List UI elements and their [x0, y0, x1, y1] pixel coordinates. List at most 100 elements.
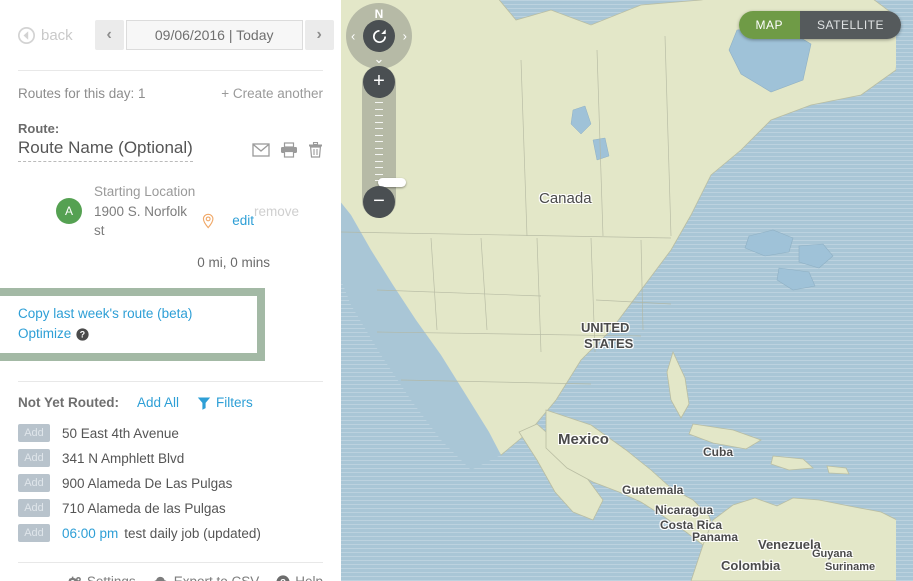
edit-stop-link[interactable]: edit: [232, 211, 254, 231]
add-stop-button[interactable]: Add: [18, 474, 50, 493]
pan-south-button[interactable]: ⌄: [374, 52, 385, 65]
unrouted-stops-list: Add 50 East 4th Avenue Add 341 N Amphlett B…: [0, 418, 341, 544]
map-canvas[interactable]: MAP SATELLITE N ‹ › ⌄ + − Canada UNITED S: [341, 0, 913, 581]
sidebar-panel: back ‹ 09/06/2016 | Today › Routes for t…: [0, 0, 341, 581]
copy-last-week-route-link[interactable]: Copy last week's route (beta): [18, 304, 257, 324]
previous-day-button[interactable]: ‹: [94, 20, 124, 50]
route-name-input[interactable]: Route Name (Optional): [18, 138, 193, 162]
settings-button[interactable]: Settings: [67, 574, 136, 581]
email-icon[interactable]: [252, 143, 270, 157]
map-type-toggle: MAP SATELLITE: [738, 11, 901, 39]
export-csv-button[interactable]: Export to CSV: [153, 574, 260, 581]
question-circle-icon[interactable]: ?: [76, 327, 89, 341]
zoom-slider-track[interactable]: [375, 102, 406, 187]
list-item-label: 06:00 pm test daily job (updated): [62, 525, 261, 541]
zoom-tick: [375, 102, 383, 103]
optimize-row: Optimize ?: [18, 324, 257, 344]
zoom-tick: [375, 180, 383, 181]
add-stop-button[interactable]: Add: [18, 499, 50, 518]
list-item: Add 50 East 4th Avenue: [0, 422, 341, 444]
remove-stop-link[interactable]: remove: [254, 204, 305, 219]
route-stop-row: A Starting Location 1900 S. Norfolk st e…: [18, 162, 323, 241]
zoom-out-button[interactable]: −: [363, 186, 395, 218]
route-caption: Route:: [18, 121, 60, 136]
map-pan-control: N ‹ › ⌄: [346, 3, 412, 69]
stop-address: 1900 S. Norfolk st: [94, 203, 188, 239]
list-item: Add 900 Alameda De Las Pulgas: [0, 472, 341, 494]
help-button[interactable]: ? Help: [276, 574, 323, 581]
routes-count-row: Routes for this day: 1 + Create another: [0, 71, 341, 117]
route-name-row: Route Name (Optional): [18, 138, 323, 162]
filters-label: Filters: [216, 395, 253, 411]
back-label: back: [41, 26, 73, 44]
route-block: Route: Route Name (Optional) A Starting …: [0, 117, 341, 270]
print-icon[interactable]: [280, 142, 298, 158]
location-pin-icon[interactable]: [202, 213, 214, 229]
help-label: Help: [295, 574, 323, 581]
settings-label: Settings: [87, 574, 136, 581]
list-item-label: 50 East 4th Avenue: [62, 425, 179, 441]
map-type-satellite-button[interactable]: SATELLITE: [800, 11, 901, 39]
map-landmasses: [341, 0, 896, 581]
rotate-icon: [372, 28, 386, 43]
cloud-upload-icon: [153, 576, 167, 581]
optimize-highlight-box: Copy last week's route (beta) Optimize ?: [0, 287, 265, 362]
zoom-in-button[interactable]: +: [363, 66, 395, 98]
list-item: Add 710 Alameda de las Pulgas: [0, 497, 341, 519]
map-type-map-button[interactable]: MAP: [738, 11, 801, 39]
stop-marker: A: [56, 198, 82, 225]
zoom-tick: [375, 128, 383, 129]
route-planner-app: back ‹ 09/06/2016 | Today › Routes for t…: [0, 0, 913, 581]
not-yet-routed-header: Not Yet Routed: Add All Filters: [0, 382, 341, 418]
back-arrow-icon: [18, 26, 35, 44]
date-toolbar: back ‹ 09/06/2016 | Today ›: [0, 0, 341, 70]
add-stop-button[interactable]: Add: [18, 524, 50, 543]
pan-east-button[interactable]: ›: [403, 30, 407, 43]
map-rotate-button[interactable]: [363, 20, 395, 52]
optimize-links: Copy last week's route (beta) Optimize ?: [0, 295, 257, 354]
filters-button[interactable]: Filters: [197, 395, 253, 410]
date-navigator: ‹ 09/06/2016 | Today ›: [94, 20, 334, 50]
zoom-tick: [375, 108, 383, 110]
add-stop-button[interactable]: Add: [18, 449, 50, 468]
svg-text:?: ?: [280, 577, 286, 581]
zoom-tick: [375, 160, 383, 162]
next-day-button[interactable]: ›: [304, 20, 334, 50]
svg-text:?: ?: [80, 329, 85, 339]
route-actions: [252, 142, 323, 162]
add-stop-button[interactable]: Add: [18, 424, 50, 443]
list-item-label: 900 Alameda De Las Pulgas: [62, 475, 233, 491]
add-all-button[interactable]: Add All: [137, 395, 179, 410]
stop-title: Starting Location: [94, 184, 196, 199]
trash-icon[interactable]: [308, 142, 323, 158]
routes-count-label: Routes for this day: 1: [18, 86, 146, 101]
zoom-tick: [375, 134, 383, 136]
zoom-tick: [375, 154, 383, 155]
route-summary: 0 mi, 0 mins: [197, 254, 270, 270]
zoom-tick: [375, 147, 383, 149]
list-item: Add 341 N Amphlett Blvd: [0, 447, 341, 469]
question-circle-icon: ?: [276, 575, 290, 581]
filter-icon: [197, 397, 211, 410]
pan-north-button[interactable]: N: [375, 8, 384, 20]
stop-text: Starting Location 1900 S. Norfolk st edi…: [94, 182, 254, 241]
list-item: Add 06:00 pm test daily job (updated): [0, 522, 341, 544]
list-item-label: 341 N Amphlett Blvd: [62, 450, 185, 466]
not-yet-routed-label: Not Yet Routed:: [18, 395, 119, 411]
stop-address-line: 1900 S. Norfolk st edit: [94, 202, 254, 241]
zoom-tick: [375, 173, 383, 175]
zoom-tick: [375, 115, 383, 116]
pan-west-button[interactable]: ‹: [351, 30, 355, 43]
zoom-tick: [375, 121, 383, 123]
zoom-tick: [375, 141, 383, 142]
map-zoom-control: + −: [362, 66, 406, 218]
gear-icon: [68, 576, 81, 581]
date-input[interactable]: 09/06/2016 | Today: [125, 20, 303, 50]
export-csv-label: Export to CSV: [174, 574, 260, 581]
optimize-link[interactable]: Optimize: [18, 324, 71, 344]
create-another-button[interactable]: + Create another: [221, 86, 323, 101]
list-item-time: 06:00 pm: [62, 525, 119, 541]
zoom-tick: [375, 167, 383, 168]
list-item-label: 710 Alameda de las Pulgas: [62, 500, 226, 516]
back-button[interactable]: back: [18, 26, 73, 44]
